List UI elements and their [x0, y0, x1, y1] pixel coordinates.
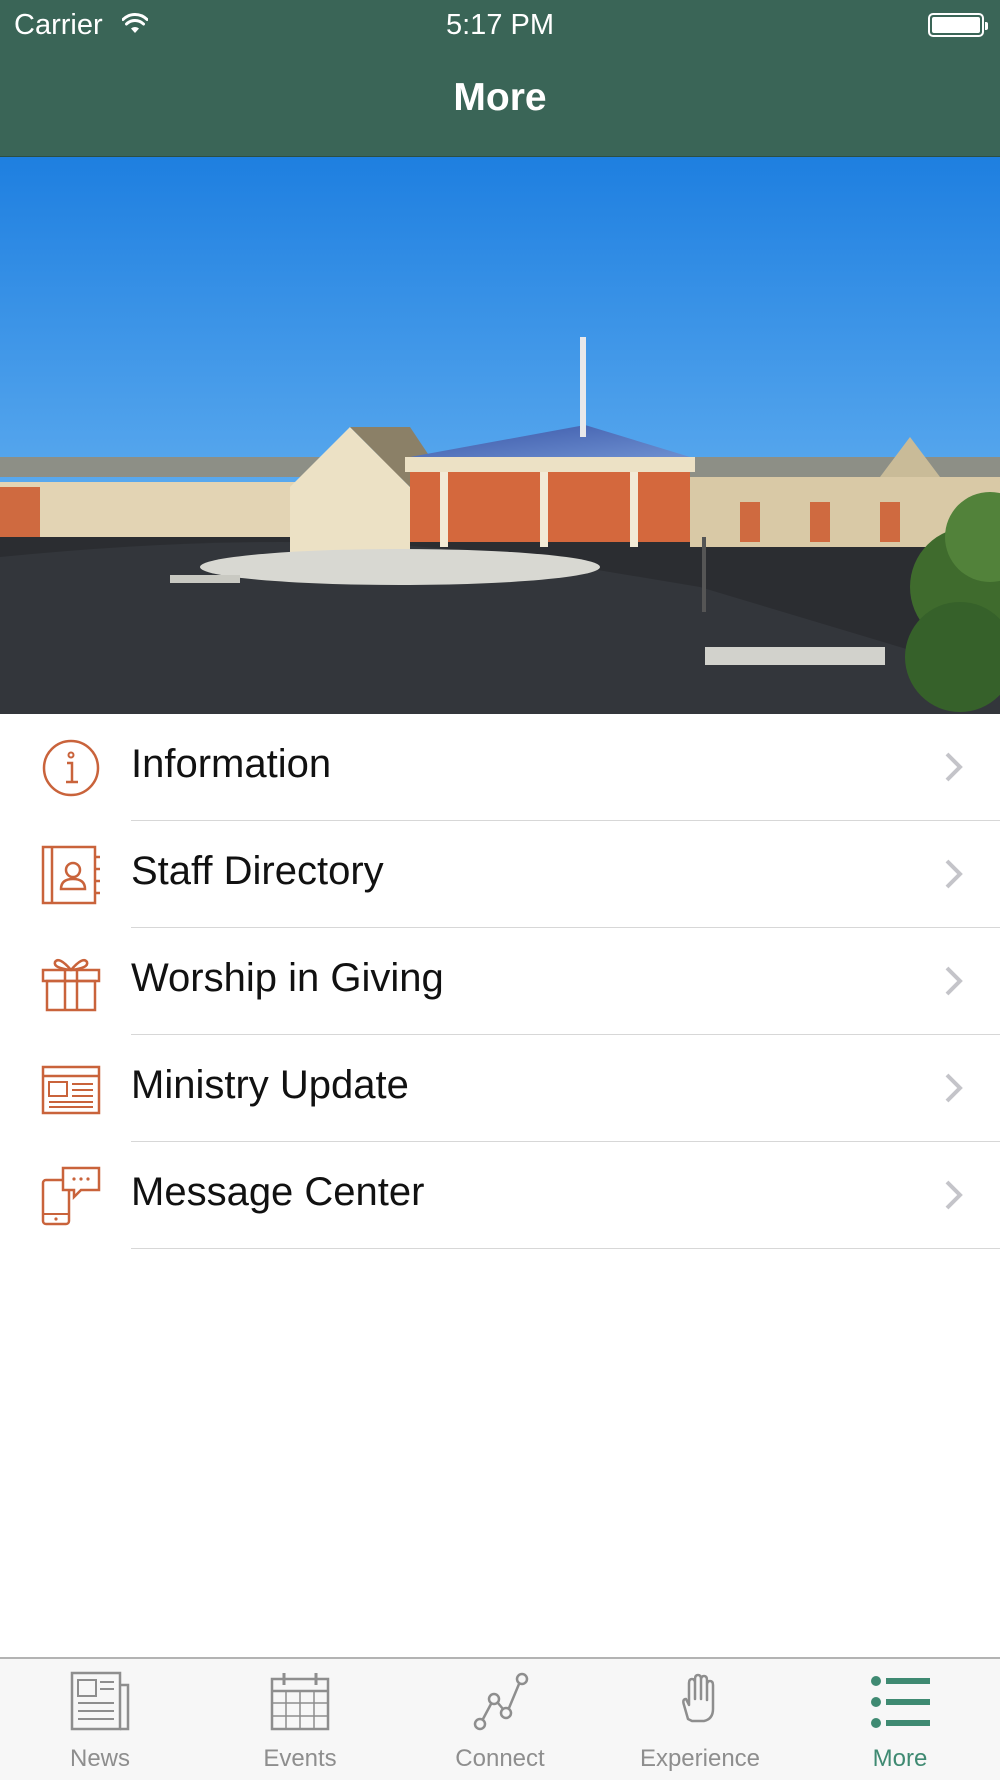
chevron-right-icon — [944, 751, 964, 783]
tab-label: More — [872, 1745, 928, 1772]
chevron-right-icon — [944, 1072, 964, 1104]
tab-news[interactable]: News — [0, 1659, 200, 1780]
message-phone-icon — [41, 1166, 101, 1226]
newsletter-icon — [41, 1059, 101, 1119]
tab-label: News — [69, 1745, 130, 1772]
tab-bar: News Events Connect Experience More — [0, 1657, 1000, 1780]
menu-item-label: Information — [131, 742, 332, 786]
menu-item-information[interactable]: Information — [0, 714, 1000, 821]
menu-item-worship-in-giving[interactable]: Worship in Giving — [0, 928, 1000, 1035]
menu-item-label: Message Center — [131, 1170, 425, 1214]
battery-icon — [928, 13, 988, 37]
divider — [131, 1248, 1000, 1249]
chevron-right-icon — [944, 1179, 964, 1211]
tab-events[interactable]: Events — [200, 1659, 400, 1780]
navigation-bar: Carrier 5:17 PM More — [0, 0, 1000, 157]
hand-icon — [670, 1671, 730, 1733]
connect-icon — [470, 1671, 530, 1733]
info-icon — [41, 738, 101, 798]
newspaper-icon — [70, 1671, 130, 1733]
list-icon — [870, 1671, 930, 1733]
calendar-icon — [270, 1671, 330, 1733]
menu-item-ministry-update[interactable]: Ministry Update — [0, 1035, 1000, 1142]
tab-label: Events — [263, 1745, 337, 1772]
church-building-photo — [0, 157, 1000, 714]
tab-more[interactable]: More — [800, 1659, 1000, 1780]
tab-connect[interactable]: Connect — [400, 1659, 600, 1780]
more-menu-list: Information Staff Directory Worship in G… — [0, 714, 1000, 1249]
menu-item-label: Worship in Giving — [131, 956, 444, 1000]
tab-label: Connect — [455, 1745, 545, 1772]
chevron-right-icon — [944, 965, 964, 997]
clock-label: 5:17 PM — [446, 9, 554, 41]
chevron-right-icon — [944, 858, 964, 890]
gift-icon — [41, 952, 101, 1012]
directory-icon — [41, 845, 101, 905]
menu-item-message-center[interactable]: Message Center — [0, 1142, 1000, 1249]
page-title: More — [453, 76, 547, 119]
menu-item-label: Staff Directory — [131, 849, 384, 893]
status-bar: Carrier 5:17 PM — [0, 0, 1000, 50]
tab-label: Experience — [639, 1745, 761, 1772]
tab-experience[interactable]: Experience — [600, 1659, 800, 1780]
menu-item-label: Ministry Update — [131, 1063, 409, 1107]
menu-item-staff-directory[interactable]: Staff Directory — [0, 821, 1000, 928]
